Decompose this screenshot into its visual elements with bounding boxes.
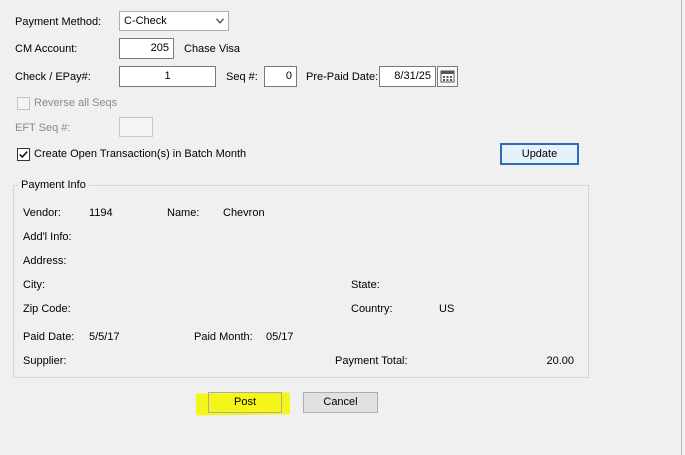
calendar-button[interactable] (437, 66, 458, 87)
address-label: Address: (23, 255, 67, 267)
cancel-button[interactable]: Cancel (303, 392, 378, 413)
post-button-label: Post (233, 396, 256, 408)
payment-method-value: C-Check (124, 15, 167, 27)
payment-total-value: 20.00 (546, 355, 574, 367)
window-edge (681, 0, 682, 455)
name-label: Name: (167, 207, 200, 219)
payment-total-label: Payment Total: (335, 355, 408, 367)
country-value: US (439, 303, 455, 315)
paid-month-label: Paid Month: (194, 331, 253, 343)
payment-method-label: Payment Method: (15, 16, 102, 28)
cm-account-name: Chase Visa (184, 43, 241, 55)
create-open-transactions-checkbox[interactable] (17, 148, 30, 161)
vendor-value: 1194 (89, 207, 113, 219)
cm-account-input[interactable]: 205 (119, 38, 174, 59)
create-open-transactions-label: Create Open Transaction(s) in Batch Mont… (34, 148, 247, 160)
city-label: City: (23, 279, 45, 291)
eft-seq-input[interactable] (119, 117, 153, 137)
cancel-button-label: Cancel (323, 396, 358, 408)
calendar-icon (440, 70, 455, 83)
country-label: Country: (351, 303, 393, 315)
chevron-down-icon (216, 18, 224, 24)
state-label: State: (351, 279, 380, 291)
seq-input[interactable]: 0 (264, 66, 297, 87)
supplier-label: Supplier: (23, 355, 67, 367)
cm-account-label: CM Account: (15, 43, 78, 55)
name-value: Chevron (223, 207, 265, 219)
prepaid-date-label: Pre-Paid Date: (306, 71, 379, 83)
update-button-label: Update (521, 148, 558, 160)
zip-code-label: Zip Code: (23, 303, 71, 315)
paid-month-value: 05/17 (266, 331, 294, 343)
vendor-label: Vendor: (23, 207, 61, 219)
reverse-all-seqs-label: Reverse all Seqs (34, 97, 118, 109)
paid-date-value: 5/5/17 (89, 331, 120, 343)
post-button[interactable]: Post (208, 392, 282, 413)
checkmark-icon (19, 151, 28, 159)
seq-label: Seq #: (226, 71, 258, 83)
addl-info-label: Add'l Info: (23, 231, 72, 243)
prepaid-date-input[interactable]: 8/31/25 (379, 66, 436, 87)
paid-date-label: Paid Date: (23, 331, 75, 343)
reverse-all-seqs-checkbox[interactable] (17, 97, 30, 110)
payment-method-select[interactable]: C-Check (119, 11, 229, 31)
payment-info-title: Payment Info (18, 178, 89, 192)
check-epay-label: Check / EPay#: (15, 71, 91, 83)
update-button[interactable]: Update (500, 143, 579, 165)
check-epay-input[interactable]: 1 (119, 66, 216, 87)
eft-seq-label: EFT Seq #: (15, 122, 71, 134)
